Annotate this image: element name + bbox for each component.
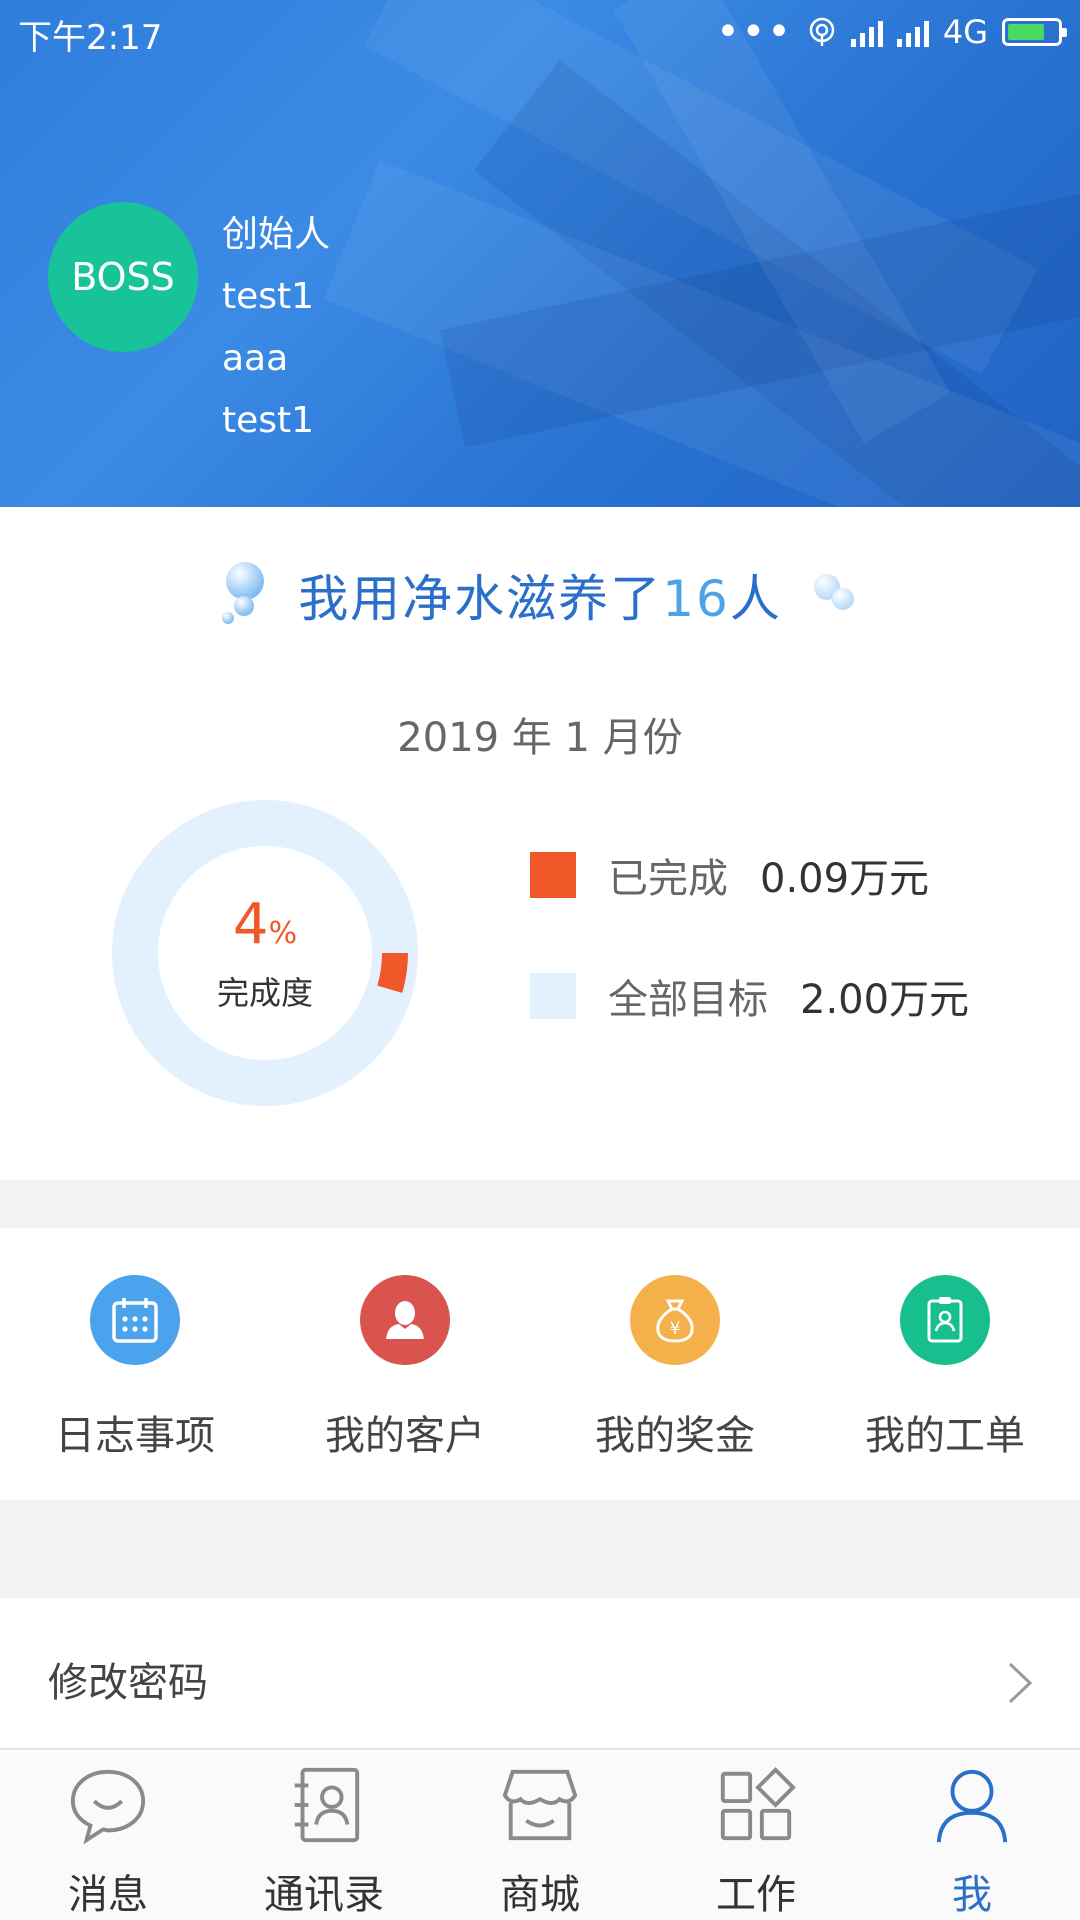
avatar[interactable]: BOSS: [48, 202, 198, 352]
percent-value: 4: [232, 892, 269, 957]
status-icons: ••• 4G: [716, 9, 1067, 55]
tile-label: 我的奖金: [595, 1413, 755, 1459]
hotspot-icon: [809, 17, 835, 46]
change-password-label: 修改密码: [48, 1660, 208, 1706]
slogan: 我用净水滋养了16人: [0, 555, 1080, 635]
calendar-icon: [90, 1275, 180, 1365]
more-dots-icon: •••: [716, 9, 793, 55]
network-type: 4G: [942, 13, 988, 51]
chart-legend: 已完成 0.09万元 全部目标 2.00万元: [530, 852, 969, 1094]
bubbles-icon: [810, 560, 860, 630]
tab-label: 我: [952, 1872, 992, 1918]
completion-percent: 4%: [110, 895, 420, 964]
apps-icon: [720, 1767, 796, 1841]
tile-work-orders[interactable]: 我的工单: [810, 1228, 1080, 1500]
tab-work[interactable]: 工作: [648, 1752, 864, 1920]
user-role: 创始人: [222, 214, 331, 255]
status-time: 下午2:17: [18, 18, 163, 58]
completed-swatch: [530, 852, 576, 898]
slogan-suffix: 人: [729, 570, 782, 628]
user-company: aaa: [222, 338, 289, 379]
signal-icon: [896, 17, 929, 47]
work-order-icon: [900, 1275, 990, 1365]
completed-label: 已完成: [608, 856, 728, 902]
tile-label: 我的工单: [865, 1413, 1025, 1459]
bubbles-icon: [220, 560, 270, 630]
month-label: 2019 年 1 月份: [397, 715, 683, 761]
customer-icon: [360, 1275, 450, 1365]
tab-messages[interactable]: 消息: [0, 1752, 216, 1920]
legend-completed: 已完成 0.09万元: [530, 852, 969, 902]
slogan-prefix: 我用净水滋养了: [298, 570, 663, 628]
user-info: 创始人 test1 aaa test1: [222, 204, 330, 452]
signal-icon: [850, 17, 883, 47]
user-account: test1: [222, 400, 315, 441]
user-name: test1: [222, 276, 315, 317]
slogan-count: 16: [662, 570, 730, 628]
section-divider: [0, 1180, 1080, 1228]
legend-target: 全部目标 2.00万元: [530, 973, 969, 1023]
tab-contacts[interactable]: 通讯录: [216, 1752, 432, 1920]
tab-bar: 消息 通讯录 商城 工作 我: [0, 1752, 1080, 1920]
tab-label: 消息: [68, 1872, 148, 1918]
slogan-text: 我用净水滋养了16人: [298, 559, 782, 631]
tab-store[interactable]: 商城: [432, 1752, 648, 1920]
money-bag-icon: ¥: [630, 1275, 720, 1365]
target-label: 全部目标: [608, 977, 768, 1023]
chevron-right-icon: [1008, 1662, 1033, 1704]
tab-label: 通讯录: [264, 1872, 384, 1918]
change-password-row[interactable]: 修改密码: [0, 1598, 1080, 1750]
status-bar: 下午2:17 ••• 4G: [0, 0, 1080, 64]
tile-label: 日志事项: [55, 1413, 215, 1459]
quick-actions: 日志事项 我的客户 ¥ 我的奖金 我的工单: [0, 1228, 1080, 1500]
tab-label: 商城: [500, 1872, 580, 1918]
section-divider: [0, 1500, 1080, 1598]
profile-header: 下午2:17 ••• 4G BOSS 创始人 test1 aaa test1: [0, 0, 1080, 507]
svg-text:¥: ¥: [670, 1319, 681, 1339]
target-swatch: [530, 973, 576, 1019]
target-value: 2.00万元: [800, 977, 970, 1023]
completion-label: 完成度: [216, 974, 313, 1012]
contacts-icon: [294, 1767, 360, 1843]
donut-center: 4% 完成度: [110, 895, 420, 1014]
completed-value: 0.09万元: [760, 856, 930, 902]
tile-bonus[interactable]: ¥ 我的奖金: [540, 1228, 810, 1500]
chat-icon: [70, 1769, 146, 1845]
tab-me[interactable]: 我: [864, 1752, 1080, 1920]
store-icon: [502, 1769, 578, 1841]
tab-label: 工作: [716, 1872, 796, 1918]
tile-customers[interactable]: 我的客户: [270, 1228, 540, 1500]
percent-sign: %: [268, 916, 298, 951]
person-icon: [936, 1769, 1008, 1843]
tile-label: 我的客户: [325, 1413, 485, 1459]
tile-log[interactable]: 日志事项: [0, 1228, 270, 1500]
battery-icon: [1002, 18, 1067, 46]
